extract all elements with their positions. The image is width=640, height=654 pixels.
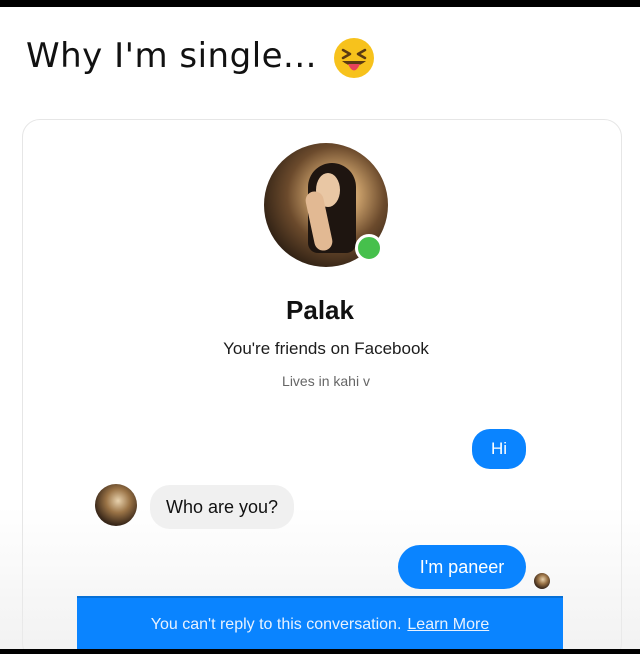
online-status-indicator: [355, 234, 383, 262]
message-bubble-outgoing[interactable]: I'm paneer: [398, 545, 526, 589]
meme-caption: Why I'm single...: [26, 35, 375, 79]
squinting-face-with-tongue-icon: [333, 37, 375, 79]
caption-text: Why I'm single...: [26, 36, 317, 76]
message-bubble-incoming[interactable]: Who are you?: [150, 485, 295, 529]
reply-disabled-text: You can't reply to this conversation.: [150, 615, 402, 633]
learn-more-link[interactable]: Learn More: [407, 616, 489, 634]
profile-location: Lives in kahi v: [282, 373, 370, 389]
profile-name: Palak: [286, 295, 354, 325]
contact-avatar[interactable]: [95, 484, 137, 526]
screenshot-frame: Why I'm single... Palak You're friends o…: [0, 7, 640, 649]
message-bubble-outgoing[interactable]: Hi: [472, 429, 526, 469]
read-receipt-avatar: [534, 573, 550, 589]
reply-disabled-banner: You can't reply to this conversation. Le…: [77, 596, 563, 649]
friend-status-text: You're friends on Facebook: [223, 339, 429, 358]
